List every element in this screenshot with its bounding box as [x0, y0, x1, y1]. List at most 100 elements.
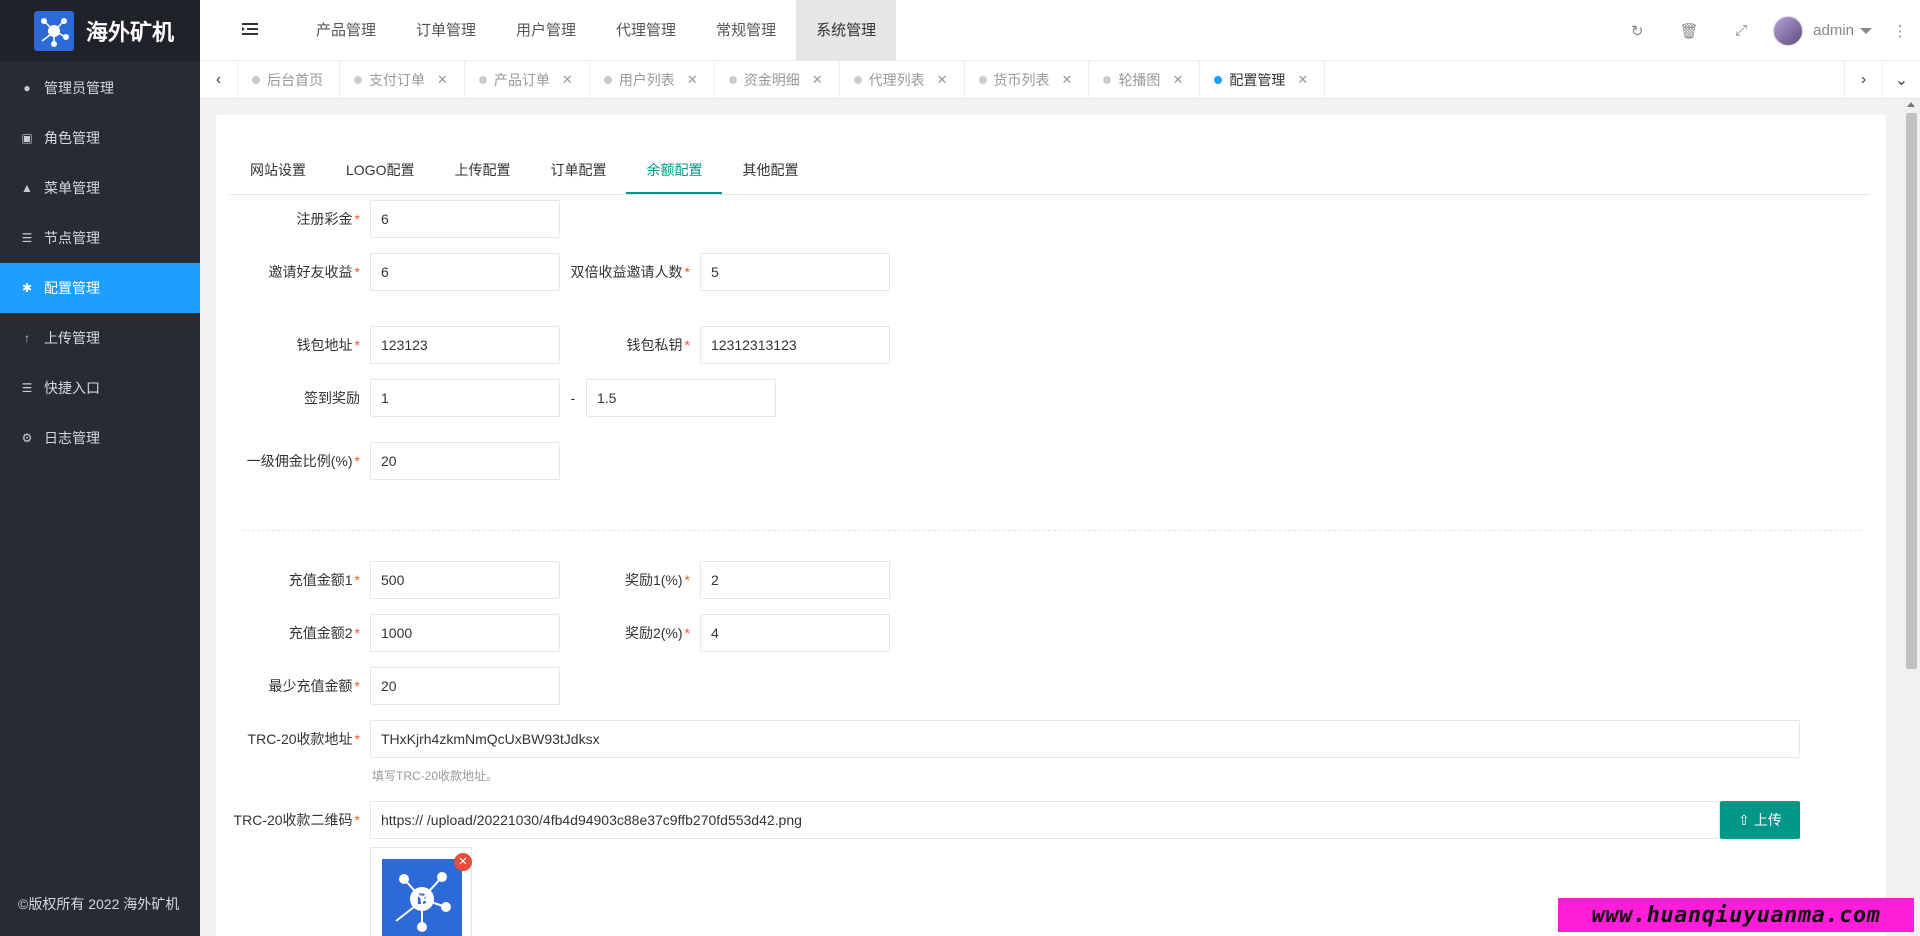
fullscreen-icon[interactable]: ⤢	[1715, 0, 1767, 61]
chevron-down-icon[interactable]	[1860, 27, 1872, 34]
close-icon[interactable]: ✕	[812, 72, 823, 88]
remove-image-close-icon[interactable]: ✕	[454, 853, 472, 871]
row-reward-2: 奖励2(%) * 4	[560, 614, 890, 652]
tab-carousel[interactable]: 轮播图 ✕	[1089, 61, 1201, 99]
tab-label: 货币列表	[993, 72, 1050, 88]
field-label: 钱包地址 *	[230, 326, 370, 364]
required-mark: *	[354, 211, 360, 227]
label-text: 充值金额1	[288, 572, 353, 588]
tab-product-orders[interactable]: 产品订单 ✕	[465, 61, 590, 99]
sidebar-item-menu[interactable]: ▲ 菜单管理	[0, 163, 200, 213]
topnav-order[interactable]: 订单管理	[396, 0, 496, 61]
required-mark: *	[684, 337, 690, 353]
subtab-other[interactable]: 其他配置	[722, 147, 818, 194]
wallet-address-input[interactable]: 123123	[370, 326, 560, 364]
tab-label: 后台首页	[267, 72, 323, 88]
tab-currency-list[interactable]: 货币列表 ✕	[965, 61, 1090, 99]
close-icon[interactable]: ✕	[1297, 72, 1308, 88]
user-name[interactable]: admin	[1813, 22, 1854, 39]
sidebar-item-log[interactable]: ⚙ 日志管理	[0, 413, 200, 463]
topnav-general[interactable]: 常规管理	[696, 0, 796, 61]
refresh-icon[interactable]: ↻	[1611, 0, 1663, 61]
close-icon[interactable]: ✕	[687, 72, 698, 88]
signin-reward-min-input[interactable]: 1	[370, 379, 560, 417]
close-icon[interactable]: ✕	[1172, 72, 1183, 88]
tab-dot	[478, 76, 487, 84]
tab-label: 轮播图	[1118, 72, 1161, 88]
menu-toggle-icon[interactable]	[242, 22, 258, 36]
qr-preview-image[interactable]: B ✕	[382, 853, 472, 936]
recharge-amount-2-input[interactable]: 1000	[370, 614, 560, 652]
label-text: 充值金额2	[288, 625, 353, 641]
field-label: 奖励1(%) *	[560, 561, 700, 599]
field-label: 双倍收益邀请人数 *	[560, 253, 700, 291]
tab-config[interactable]: 配置管理 ✕	[1200, 61, 1326, 99]
sidebar-item-config[interactable]: ✱ 配置管理	[0, 263, 200, 313]
tab-payment-orders[interactable]: 支付订单 ✕	[340, 61, 465, 99]
trc20-address-input[interactable]: THxKjrh4zkmNmQcUxBW93tJdksx	[370, 720, 1800, 758]
field-label: 注册彩金 *	[230, 200, 370, 238]
required-mark: *	[354, 812, 360, 828]
page-scrollbar[interactable]	[1903, 99, 1920, 936]
sidebar-item-label: 快捷入口	[44, 380, 100, 396]
tab-fund-details[interactable]: 资金明细 ✕	[715, 61, 840, 99]
avatar[interactable]	[1773, 15, 1804, 46]
topnav-agent[interactable]: 代理管理	[596, 0, 696, 61]
reward-1-input[interactable]: 2	[700, 561, 890, 599]
signin-reward-max-input[interactable]: 1.5	[586, 379, 776, 417]
tabs-scroll-left-icon[interactable]: ‹	[200, 61, 238, 99]
sidebar: 海外矿机 ● 管理员管理 ▣ 角色管理 ▲ 菜单管理 ☰ 节点管理 ✱ 配置管理 ↑ 上传管…	[0, 0, 200, 936]
commission-rate-input[interactable]: 20	[370, 442, 560, 480]
tab-home[interactable]: 后台首页	[238, 61, 340, 99]
topnav-product[interactable]: 产品管理	[296, 0, 396, 61]
subtab-balance[interactable]: 余额配置	[626, 147, 723, 194]
tabs-menu-chevron-down-icon[interactable]: ⌄	[1882, 61, 1920, 99]
row-trc20-qr: TRC-20收款二维码 * https:// /upload/20221030/4…	[230, 801, 1720, 839]
trc20-qr-input[interactable]: https:// /upload/20221030/4fb4d94903c88e…	[370, 801, 1720, 839]
scrollbar-thumb[interactable]	[1906, 113, 1917, 669]
topnav-user[interactable]: 用户管理	[496, 0, 596, 61]
subtab-website[interactable]: 网站设置	[230, 147, 326, 194]
tab-label: 用户列表	[618, 72, 675, 88]
min-recharge-input[interactable]: 20	[370, 667, 560, 705]
label-text: 最少充值金额	[268, 678, 353, 694]
register-bonus-input[interactable]: 6	[370, 200, 560, 238]
sidebar-item-shortcut[interactable]: ☰ 快捷入口	[0, 363, 200, 413]
tab-label: 支付订单	[369, 72, 425, 88]
wallet-key-input[interactable]: 12312313123	[700, 326, 890, 364]
field-label: 奖励2(%) *	[560, 614, 700, 652]
tab-dot	[1214, 76, 1223, 84]
close-icon[interactable]: ✕	[937, 72, 948, 88]
label-text: 钱包私钥	[626, 337, 683, 353]
sidebar-item-role[interactable]: ▣ 角色管理	[0, 113, 200, 163]
range-separator: -	[570, 390, 576, 406]
sidebar-item-upload[interactable]: ↑ 上传管理	[0, 313, 200, 363]
row-signin-reward: 签到奖励 1 - 1.5	[230, 379, 776, 417]
more-icon[interactable]: ⋮	[1890, 22, 1910, 40]
upload-button[interactable]: ⇧ 上传	[1720, 801, 1800, 839]
required-mark: *	[354, 678, 360, 694]
tab-label: 产品订单	[493, 72, 550, 88]
double-invite-count-input[interactable]: 5	[700, 253, 890, 291]
logo-text: 海外矿机	[86, 19, 175, 45]
tab-agent-list[interactable]: 代理列表 ✕	[840, 61, 965, 99]
tabs-scroll-right-icon[interactable]: ›	[1844, 61, 1882, 99]
close-icon[interactable]: ✕	[1062, 72, 1073, 88]
scroll-up-icon[interactable]	[1907, 102, 1915, 107]
subtab-logo[interactable]: LOGO配置	[326, 147, 434, 194]
recharge-amount-1-input[interactable]: 500	[370, 561, 560, 599]
close-icon[interactable]: ✕	[562, 72, 573, 88]
upload-button-label: 上传	[1753, 812, 1782, 828]
reward-2-input[interactable]: 4	[700, 614, 890, 652]
invite-income-input[interactable]: 6	[370, 253, 560, 291]
sidebar-item-admin[interactable]: ● 管理员管理	[0, 63, 200, 113]
topnav-system[interactable]: 系统管理	[796, 0, 897, 61]
subtab-upload[interactable]: 上传配置	[434, 147, 530, 194]
logo[interactable]: 海外矿机	[0, 0, 200, 61]
sidebar-item-node[interactable]: ☰ 节点管理	[0, 213, 200, 263]
field-label: 一级佣金比例(%) *	[230, 442, 370, 480]
trash-icon[interactable]: 🗑	[1663, 0, 1715, 61]
tab-user-list[interactable]: 用户列表 ✕	[590, 61, 715, 99]
close-icon[interactable]: ✕	[437, 72, 448, 88]
subtab-order[interactable]: 订单配置	[530, 147, 626, 194]
